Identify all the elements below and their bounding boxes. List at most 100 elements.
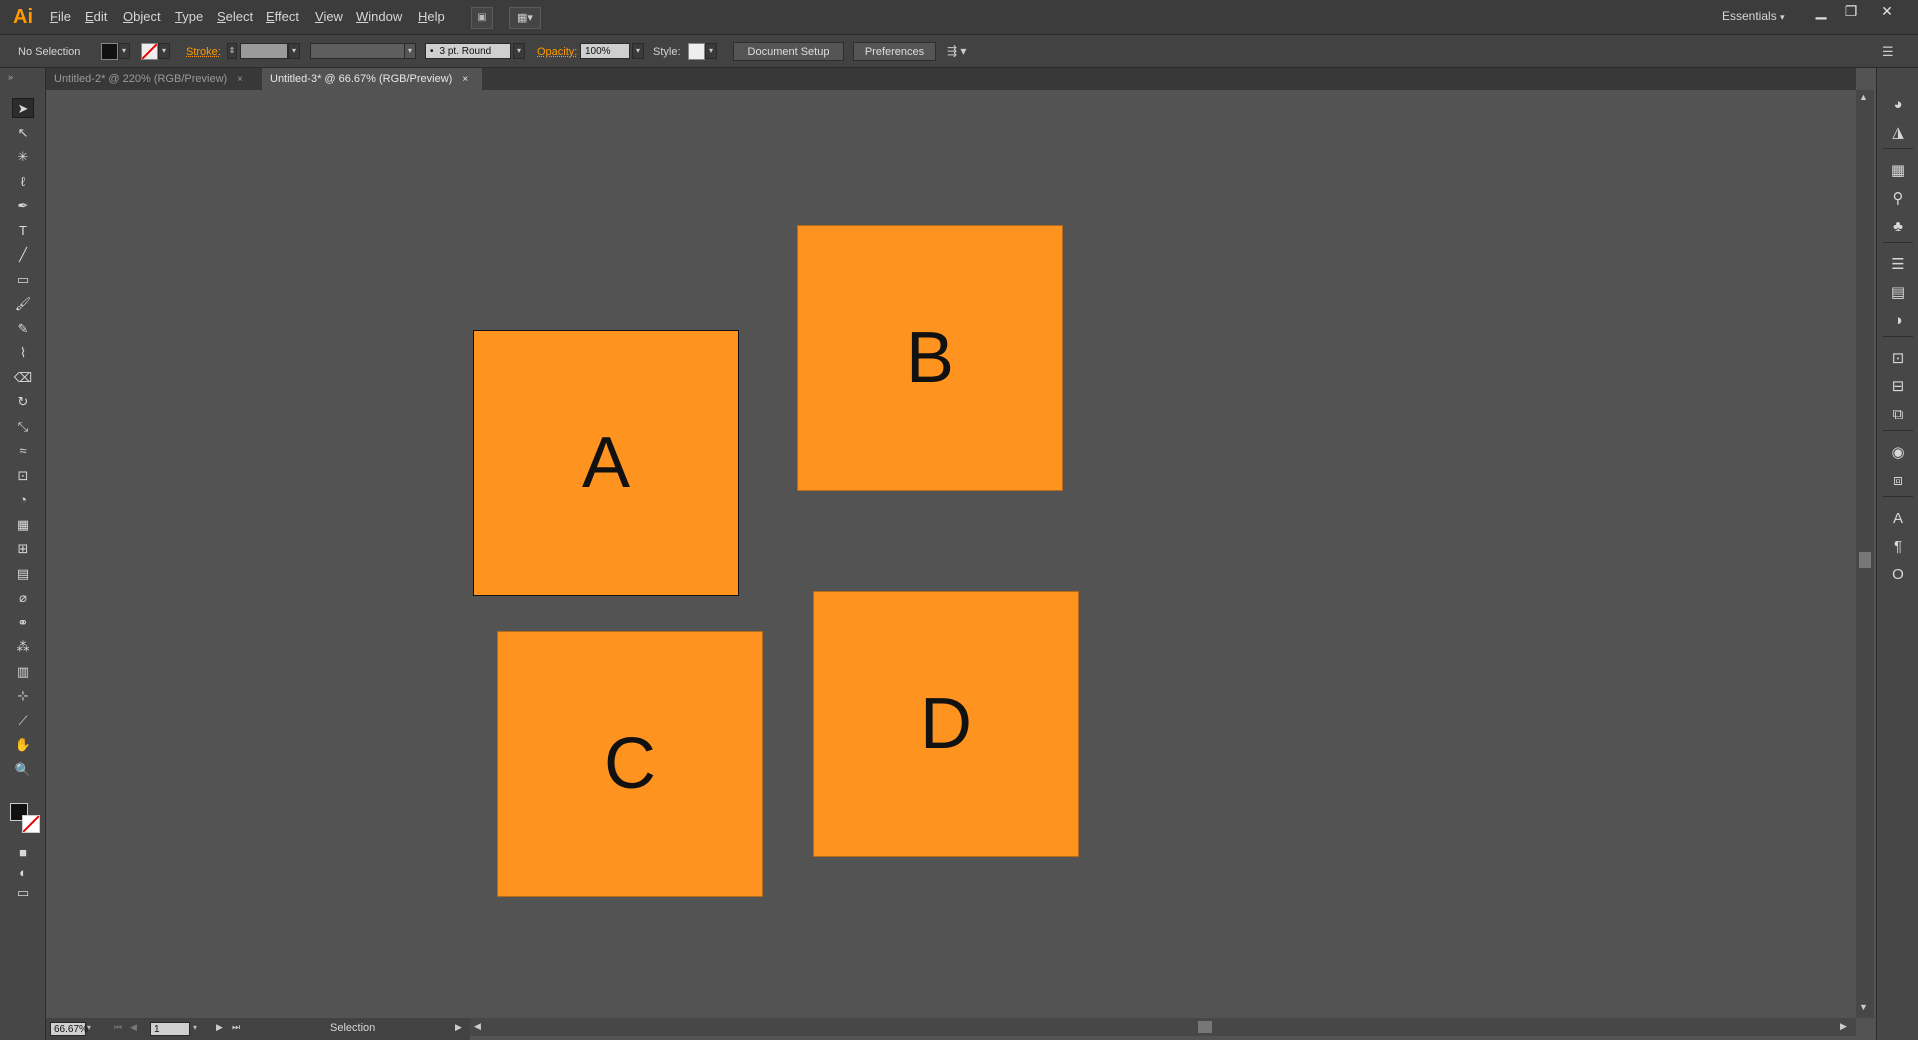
paintbrush-tool-icon[interactable]: 🖌 xyxy=(12,294,34,314)
shape-b[interactable]: B xyxy=(797,225,1063,491)
minimize-icon[interactable]: ▁ xyxy=(1808,2,1834,20)
color-mode-icon[interactable]: ■ xyxy=(12,843,34,863)
stroke-none-icon[interactable] xyxy=(22,815,40,833)
status-menu-icon[interactable]: ▶ xyxy=(455,1022,462,1033)
brush-definition-dropdown[interactable]: ▾ xyxy=(513,43,525,59)
menu-view[interactable]: View xyxy=(315,9,343,24)
appearance-panel-icon[interactable]: ◉ xyxy=(1887,442,1909,464)
symbols-panel-icon[interactable]: ♣ xyxy=(1887,216,1909,238)
selection-tool-icon[interactable]: ➤ xyxy=(12,98,34,118)
first-artboard-icon[interactable]: ⏮ xyxy=(114,1022,122,1033)
menu-file[interactable]: File xyxy=(50,9,71,24)
previous-artboard-icon[interactable]: ◀ xyxy=(130,1022,137,1033)
next-artboard-icon[interactable]: ▶ xyxy=(216,1022,223,1033)
close-icon[interactable]: ✕ xyxy=(1874,2,1900,20)
scroll-up-icon[interactable]: ▲ xyxy=(1859,92,1868,102)
graphic-style-dropdown[interactable]: ▾ xyxy=(705,43,717,59)
gradient-tool-icon[interactable]: ▤ xyxy=(12,564,34,584)
shape-c[interactable]: C xyxy=(497,631,763,897)
direct-selection-tool-icon[interactable]: ↖ xyxy=(12,123,34,143)
opacity-dropdown[interactable]: ▾ xyxy=(632,43,644,59)
collapse-tools-icon[interactable]: » xyxy=(8,72,13,82)
menu-window[interactable]: Window xyxy=(356,9,402,24)
lasso-tool-icon[interactable]: ℓ xyxy=(12,172,34,192)
free-transform-tool-icon[interactable]: ⊡ xyxy=(12,466,34,486)
menu-effect[interactable]: Effect xyxy=(266,9,299,24)
stroke-panel-icon[interactable]: ☰ xyxy=(1887,254,1909,276)
variable-width-profile[interactable] xyxy=(310,43,406,59)
bridge-button[interactable]: ▣ xyxy=(471,7,493,29)
magic-wand-tool-icon[interactable]: ✳ xyxy=(12,147,34,167)
eyedropper-tool-icon[interactable]: ⌀ xyxy=(12,588,34,608)
fill-stroke-widget[interactable] xyxy=(10,803,40,833)
scroll-down-icon[interactable]: ▼ xyxy=(1859,1002,1868,1012)
close-tab-icon[interactable]: × xyxy=(462,74,468,85)
gradient-panel-icon[interactable]: ▤ xyxy=(1887,282,1909,304)
rotate-tool-icon[interactable]: ↻ xyxy=(12,392,34,412)
rectangle-tool-icon[interactable]: ▭ xyxy=(12,270,34,290)
transform-panel-icon[interactable]: ⊡ xyxy=(1887,348,1909,370)
pathfinder-panel-icon[interactable]: ⧉ xyxy=(1887,404,1909,426)
mesh-tool-icon[interactable]: ⊞ xyxy=(12,539,34,559)
opentype-panel-icon[interactable]: O xyxy=(1887,564,1909,586)
arrange-options-icon[interactable]: ⇶ ▾ xyxy=(947,44,977,60)
artboard-dropdown-icon[interactable]: ▾ xyxy=(193,1023,197,1032)
panel-menu-icon[interactable]: ☰ xyxy=(1882,44,1902,60)
stroke-label[interactable]: Stroke: xyxy=(186,46,221,58)
column-graph-tool-icon[interactable]: ▥ xyxy=(12,662,34,682)
menu-help[interactable]: Help xyxy=(418,9,445,24)
stroke-swatch[interactable] xyxy=(141,43,158,60)
zoom-tool-icon[interactable]: 🔍 xyxy=(12,760,34,780)
artboard-field[interactable]: 1 xyxy=(150,1022,190,1036)
document-setup-button[interactable]: Document Setup xyxy=(733,42,844,61)
stroke-weight-field[interactable] xyxy=(240,43,288,59)
type-tool-icon[interactable]: T xyxy=(12,221,34,241)
transparency-panel-icon[interactable]: ◑ xyxy=(1887,310,1909,332)
horizontal-scroll-thumb[interactable] xyxy=(1198,1021,1212,1033)
scale-tool-icon[interactable]: ⤡ xyxy=(12,417,34,437)
warp-tool-icon[interactable]: ≈ xyxy=(12,441,34,461)
shape-a[interactable]: A xyxy=(473,330,739,596)
vertical-scroll-thumb[interactable] xyxy=(1859,552,1871,568)
graphic-styles-panel-icon[interactable]: ⧈ xyxy=(1887,470,1909,492)
shape-d[interactable]: D xyxy=(813,591,1079,857)
artboard-tool-icon[interactable]: ⊹ xyxy=(12,686,34,706)
paragraph-panel-icon[interactable]: ¶ xyxy=(1887,536,1909,558)
close-tab-icon[interactable]: × xyxy=(237,74,243,85)
brush-definition-field[interactable]: • 3 pt. Round xyxy=(425,43,511,59)
tab-untitled-2[interactable]: Untitled-2* @ 220% (RGB/Preview) × xyxy=(46,68,260,90)
color-panel-icon[interactable]: ◕ xyxy=(1887,94,1909,116)
vertical-scrollbar[interactable]: ▲ ▼ xyxy=(1856,90,1874,1018)
zoom-dropdown-icon[interactable]: ▾ xyxy=(87,1023,91,1032)
stroke-weight-dropdown[interactable]: ▾ xyxy=(288,43,300,59)
menu-edit[interactable]: Edit xyxy=(85,9,107,24)
fill-swatch[interactable] xyxy=(101,43,118,60)
hand-tool-icon[interactable]: ✋ xyxy=(12,735,34,755)
zoom-field[interactable]: 66.67% xyxy=(50,1022,88,1036)
pen-tool-icon[interactable]: ✒ xyxy=(12,196,34,216)
restore-icon[interactable]: ❐ xyxy=(1838,2,1864,20)
perspective-grid-tool-icon[interactable]: ▦ xyxy=(12,515,34,535)
artboard-canvas[interactable]: A B C D xyxy=(46,90,1856,1018)
graphic-style-swatch[interactable] xyxy=(688,43,705,60)
opacity-label[interactable]: Opacity: xyxy=(537,46,577,58)
blend-tool-icon[interactable]: ⚭ xyxy=(12,613,34,633)
align-panel-icon[interactable]: ⊟ xyxy=(1887,376,1909,398)
menu-select[interactable]: Select xyxy=(217,9,253,24)
brushes-panel-icon[interactable]: ⚲ xyxy=(1887,188,1909,210)
menu-type[interactable]: Type xyxy=(175,9,203,24)
opacity-field[interactable]: 100% xyxy=(580,43,630,59)
screen-mode-icon[interactable]: ▭ xyxy=(12,883,34,903)
pencil-tool-icon[interactable]: ✎ xyxy=(12,319,34,339)
swatches-panel-icon[interactable]: ▦ xyxy=(1887,160,1909,182)
stroke-color-dropdown[interactable]: ▾ xyxy=(158,43,170,59)
horizontal-scrollbar[interactable]: ◀ ▶ xyxy=(470,1018,1856,1036)
shape-builder-tool-icon[interactable]: ◔ xyxy=(12,490,34,510)
line-tool-icon[interactable]: ╱ xyxy=(12,245,34,265)
fill-dropdown[interactable]: ▾ xyxy=(118,43,130,59)
preferences-button[interactable]: Preferences xyxy=(853,42,936,61)
workspace-switcher[interactable]: Essentials ▾ xyxy=(1722,9,1785,23)
menu-object[interactable]: Object xyxy=(123,9,161,24)
draw-mode-icon[interactable]: ◐ xyxy=(12,863,34,883)
slice-tool-icon[interactable]: ⟋ xyxy=(12,711,34,731)
